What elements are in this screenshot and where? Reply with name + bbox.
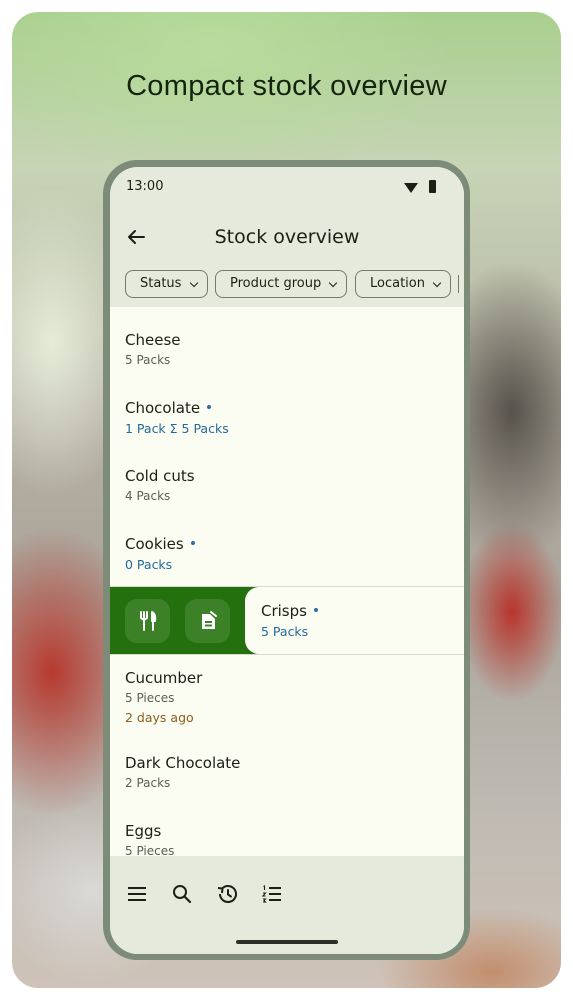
item-name-row: Crisps [261,602,318,620]
battery-icon [429,180,436,193]
filter-chip-label: Status [140,276,182,291]
open-button[interactable] [185,599,230,643]
attention-dot-icon [313,607,318,612]
item-name-row: Cookies [125,535,195,553]
history-icon[interactable] [215,882,239,906]
item-name: Crisps [261,602,307,620]
item-name: Cucumber [125,669,203,687]
app-bar: Stock overview Status Product group Loca… [110,207,464,307]
list-numbered-icon[interactable] [260,882,284,906]
item-amount: 5 Pieces [125,844,175,855]
filter-chip-location[interactable]: Location [355,270,451,298]
item-name: Dark Chocolate [125,754,241,772]
filter-chip-status[interactable]: Status [125,270,208,298]
swiped-item-card[interactable]: Crisps 5 Packs [245,587,464,654]
item-name-row: Chocolate [125,399,212,417]
item-name: Cheese [125,331,181,349]
chevron-down-icon [328,278,338,288]
item-name: Eggs [125,822,162,840]
filter-chip-label: Location [370,276,425,291]
phone-screen: 13:00 Stock overview Status Product grou… [110,167,464,954]
status-bar: 13:00 [110,167,464,207]
item-name: Cold cuts [125,467,195,485]
consume-button[interactable] [125,599,170,643]
item-due-date: 2 days ago [125,710,194,725]
item-amount: 1 Pack Σ 5 Packs [125,421,229,436]
item-amount: 5 Packs [125,353,171,367]
open-package-icon [202,611,217,629]
item-amount: 2 Packs [125,776,171,790]
item-amount: 4 Packs [125,489,171,503]
chevron-down-icon [432,278,442,288]
item-name: Cookies [125,535,184,553]
chip-divider [458,275,459,293]
status-time: 13:00 [126,179,164,194]
filter-chip-label: Product group [230,276,322,291]
wifi-icon [404,183,418,193]
consume-fork-knife-icon [140,611,157,631]
menu-icon[interactable] [125,882,149,906]
page-title: Stock overview [214,226,360,248]
attention-dot-icon [207,404,212,409]
stock-list[interactable]: Cheese 5 Packs Chocolate 1 Pack Σ 5 Pack… [110,307,464,855]
item-name: Chocolate [125,399,201,417]
swiped-list-item[interactable]: Crisps 5 Packs [110,587,464,654]
headline: Compact stock overview [126,70,447,102]
attention-dot-icon [190,540,195,545]
search-icon[interactable] [170,882,194,906]
gesture-handle [236,940,338,944]
item-amount: 0 Packs [125,557,173,572]
bottom-app-bar [110,856,464,954]
chevron-down-icon [189,278,199,288]
item-amount: 5 Packs [261,624,309,639]
item-amount: 5 Pieces [125,691,175,705]
filter-chip-product-group[interactable]: Product group [215,270,347,298]
divider [110,654,464,655]
